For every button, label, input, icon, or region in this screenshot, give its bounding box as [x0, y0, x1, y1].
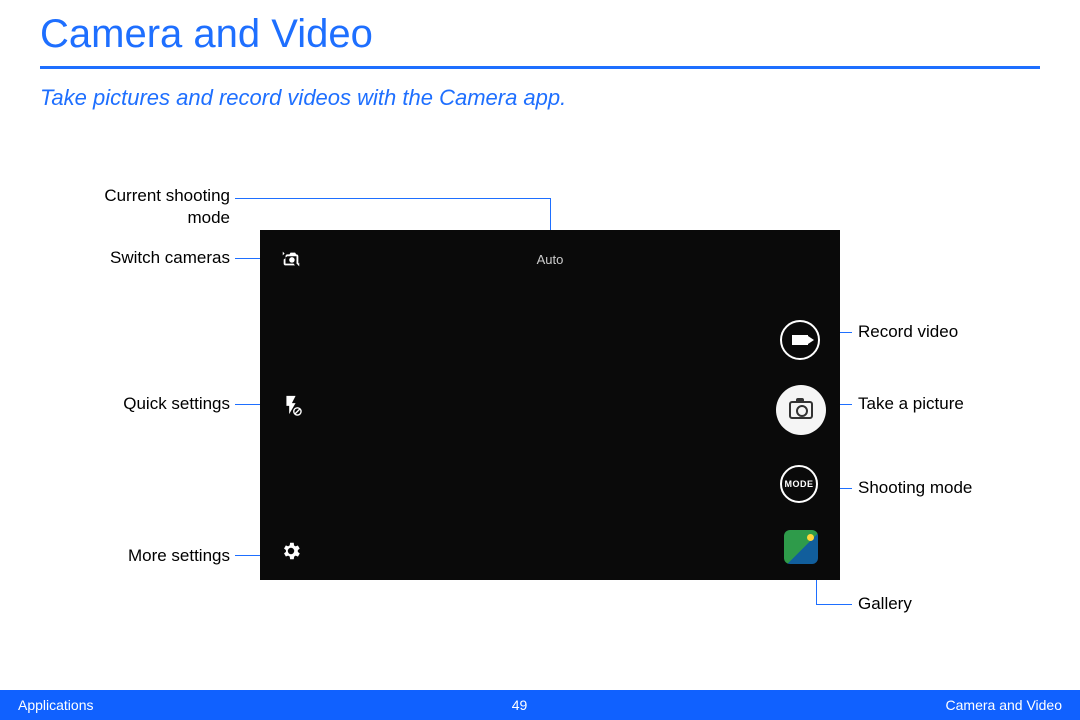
mode-button[interactable]: MODE: [780, 465, 818, 503]
settings-gear-icon[interactable]: [280, 540, 302, 562]
title-divider: [40, 66, 1040, 69]
switch-camera-icon[interactable]: [280, 248, 302, 270]
gallery-thumbnail[interactable]: [784, 530, 818, 564]
callout-current-shooting-mode: Current shooting mode: [80, 185, 230, 229]
callout-record-video: Record video: [858, 322, 958, 342]
page-title: Camera and Video: [40, 12, 373, 57]
callout-switch-cameras: Switch cameras: [80, 248, 230, 268]
footer-page-number: 49: [512, 697, 528, 713]
camera-viewfinder: Auto MODE: [260, 230, 840, 580]
page-footer: Applications 49 Camera and Video: [0, 690, 1080, 720]
callout-gallery: Gallery: [858, 594, 912, 614]
flash-off-icon[interactable]: [280, 394, 302, 416]
mode-button-label: MODE: [785, 479, 814, 489]
camera-icon: [789, 401, 813, 419]
callout-shooting-mode: Shooting mode: [858, 478, 972, 498]
footer-right: Camera and Video: [946, 697, 1062, 713]
footer-left: Applications: [18, 697, 94, 713]
callout-quick-settings: Quick settings: [80, 394, 230, 414]
record-video-button[interactable]: [780, 320, 820, 360]
callout-text: mode: [187, 208, 230, 227]
callout-more-settings: More settings: [80, 546, 230, 566]
video-camera-icon: [792, 335, 808, 345]
callout-take-picture: Take a picture: [858, 394, 964, 414]
shutter-button[interactable]: [776, 385, 826, 435]
leader-line: [235, 198, 550, 199]
callout-text: Current shooting: [104, 186, 230, 205]
current-mode-label: Auto: [260, 252, 840, 267]
page-subtitle: Take pictures and record videos with the…: [40, 85, 566, 111]
leader-line: [816, 604, 852, 605]
